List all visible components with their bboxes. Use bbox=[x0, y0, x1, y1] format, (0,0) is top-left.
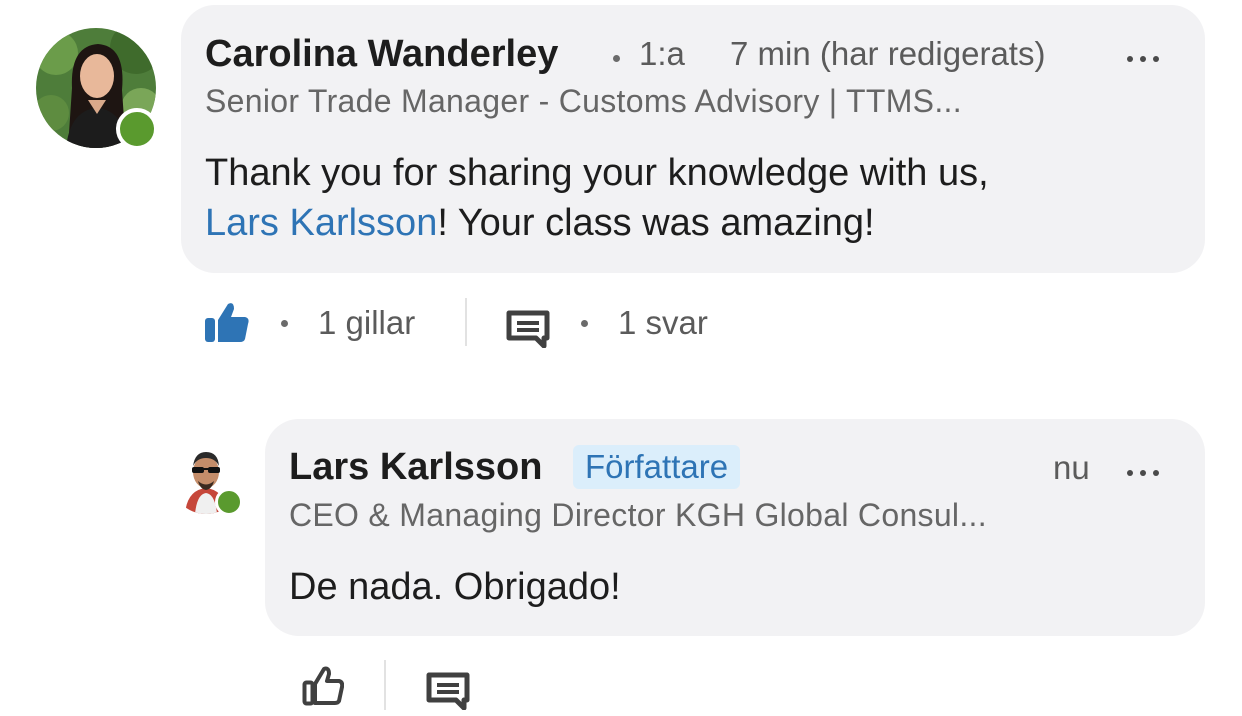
reply-text: De nada. Obrigado! bbox=[289, 566, 621, 608]
likes-separator-dot bbox=[281, 320, 288, 327]
reply-author-headline: CEO & Managing Director KGH Global Consu… bbox=[289, 497, 987, 533]
replies-count[interactable]: 1 svar bbox=[618, 304, 708, 342]
meta-separator-dot bbox=[613, 55, 620, 62]
comment-text-line2: Lars Karlsson! Your class was amazing! bbox=[205, 198, 989, 248]
avatar-lars-karlsson[interactable] bbox=[171, 444, 243, 516]
online-status-dot bbox=[215, 488, 243, 516]
more-options-icon[interactable] bbox=[1127, 56, 1159, 62]
thumbs-up-filled-icon[interactable] bbox=[204, 300, 250, 344]
author-badge: Författare bbox=[573, 445, 741, 489]
comment-bubble: Carolina Wanderley 1:a 7 min (har redige… bbox=[181, 5, 1205, 273]
connection-degree: 1:a bbox=[639, 35, 685, 72]
replies-separator-dot bbox=[581, 320, 588, 327]
comment-author-name[interactable]: Carolina Wanderley bbox=[205, 33, 558, 76]
likes-count[interactable]: 1 gillar bbox=[318, 304, 415, 342]
more-options-icon[interactable] bbox=[1127, 470, 1159, 476]
action-divider bbox=[384, 660, 386, 710]
comment-author-headline: Senior Trade Manager - Customs Advisory … bbox=[205, 83, 962, 119]
comment-icon[interactable] bbox=[426, 672, 470, 710]
comment-text-line1: Thank you for sharing your knowledge wit… bbox=[205, 152, 989, 194]
online-status-dot bbox=[116, 108, 158, 150]
reply-author-name[interactable]: Lars Karlsson bbox=[289, 446, 542, 489]
comment-timestamp: 7 min (har redigerats) bbox=[730, 35, 1046, 72]
reply-bubble: Lars Karlsson Författare nu CEO & Managi… bbox=[265, 419, 1205, 636]
mention-link[interactable]: Lars Karlsson bbox=[205, 202, 437, 244]
action-divider bbox=[465, 298, 467, 346]
thumbs-up-outline-icon[interactable] bbox=[302, 664, 344, 706]
comment-text: Thank you for sharing your knowledge wit… bbox=[205, 148, 989, 248]
comment-text-rest: ! Your class was amazing! bbox=[437, 202, 875, 244]
reply-timestamp: nu bbox=[1053, 449, 1090, 486]
avatar-carolina-wanderley[interactable] bbox=[36, 28, 158, 150]
comment-icon[interactable] bbox=[506, 310, 550, 348]
